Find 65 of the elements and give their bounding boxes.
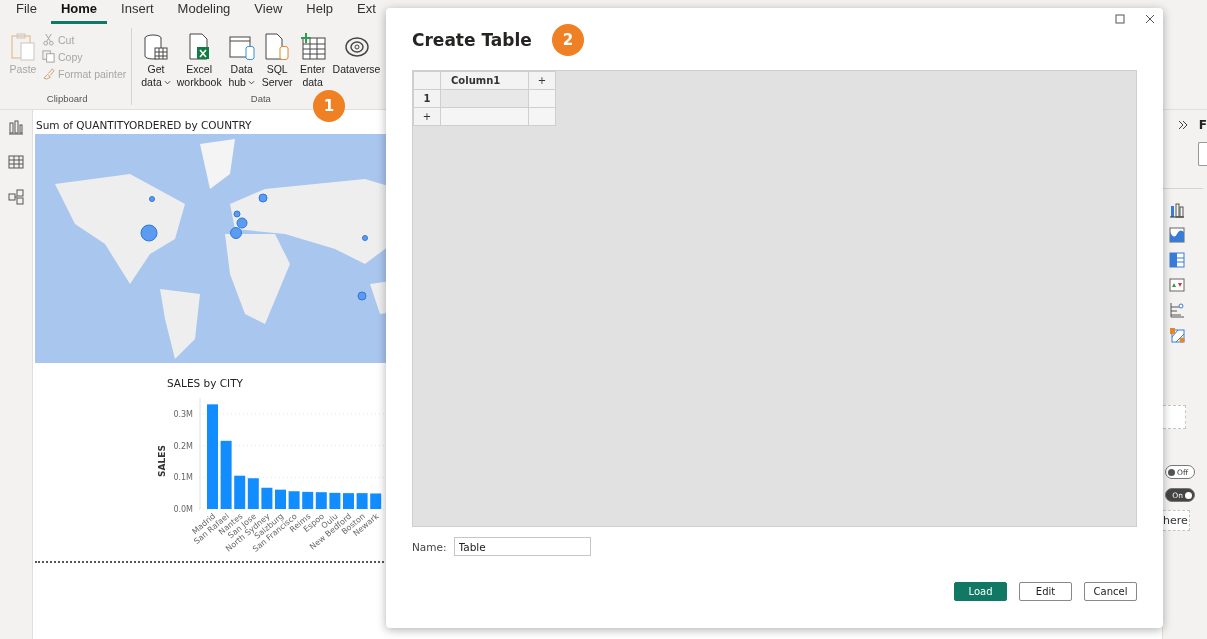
group-label: Clipboard xyxy=(46,93,88,105)
enter-data-button[interactable]: Enter data xyxy=(295,32,330,89)
step-badge: 1 xyxy=(313,90,345,122)
dialog-button[interactable]: Edit xyxy=(1019,582,1072,601)
menu-tab[interactable]: Insert xyxy=(111,1,164,24)
bar xyxy=(343,493,354,509)
tick-label: 0.2M xyxy=(173,441,193,451)
kpi-icon[interactable] xyxy=(1169,277,1185,293)
data-hub-button[interactable]: Data hub xyxy=(224,32,259,89)
add-column-button[interactable]: + xyxy=(528,71,556,90)
scissors-icon xyxy=(42,33,55,46)
tick-label: 0.3M xyxy=(173,409,193,419)
menu-tab[interactable]: Modeling xyxy=(167,1,241,24)
chart-title: SALES by CITY xyxy=(167,377,244,389)
bar xyxy=(370,493,382,509)
area-chart-icon[interactable] xyxy=(1169,227,1185,243)
tick-label: 0.0M xyxy=(173,505,193,514)
get-data-button[interactable]: Get data xyxy=(138,32,174,89)
decomposition-tree-icon[interactable] xyxy=(1169,302,1185,318)
pane-title: F xyxy=(1198,118,1207,132)
bar xyxy=(288,491,300,509)
name-label: Name: xyxy=(412,540,447,553)
dataverse-button[interactable]: Dataverse xyxy=(329,32,384,76)
bar xyxy=(315,492,327,509)
model-icon[interactable] xyxy=(8,189,24,205)
matrix-icon[interactable] xyxy=(1169,252,1185,268)
database-icon xyxy=(142,32,170,62)
bar xyxy=(220,440,232,509)
table-plus-icon xyxy=(298,32,327,62)
name-field[interactable]: Table xyxy=(453,537,591,556)
bar xyxy=(302,491,314,509)
shape-map-icon[interactable] xyxy=(1169,327,1185,343)
menu-tab[interactable]: Help xyxy=(296,1,344,24)
column-chart-icon[interactable] xyxy=(1169,202,1185,218)
bar xyxy=(329,492,341,509)
close-icon[interactable] xyxy=(1145,14,1155,24)
copy-icon xyxy=(42,50,55,63)
search-field[interactable] xyxy=(1198,142,1207,166)
visual-title: Sum of QUANTITYORDERED by COUNTRY xyxy=(36,119,253,131)
tick-label: 0.1M xyxy=(173,473,193,483)
bar xyxy=(356,493,368,509)
dialog-button[interactable]: Cancel xyxy=(1084,582,1137,601)
y-axis-label: SALES xyxy=(157,445,167,477)
menu-tab[interactable]: File xyxy=(6,1,47,24)
bar xyxy=(275,489,286,509)
excel-button[interactable]: Excel workbook xyxy=(173,32,225,89)
bar xyxy=(261,487,273,509)
clipboard-icon xyxy=(9,32,37,62)
expand-icon[interactable] xyxy=(1177,119,1189,131)
brush-icon xyxy=(42,67,55,80)
table-icon[interactable] xyxy=(8,154,24,170)
menu-tab[interactable]: Ext xyxy=(347,1,386,24)
dialog-button[interactable]: Load xyxy=(954,582,1007,601)
drop-zone[interactable]: here xyxy=(1163,510,1190,531)
step-badge: 2 xyxy=(551,24,584,56)
sql-file-icon xyxy=(263,32,292,62)
group-label: Data xyxy=(250,93,271,105)
bar xyxy=(247,478,259,509)
column-header[interactable]: Column1 xyxy=(440,71,529,90)
maximize-icon[interactable] xyxy=(1115,14,1125,24)
bar xyxy=(234,475,246,509)
menu-tab[interactable]: View xyxy=(244,1,293,24)
sql-button[interactable]: SQL Server xyxy=(258,32,296,89)
bar-chart-icon[interactable] xyxy=(8,119,24,135)
dialog-title: Create Table xyxy=(412,30,532,50)
